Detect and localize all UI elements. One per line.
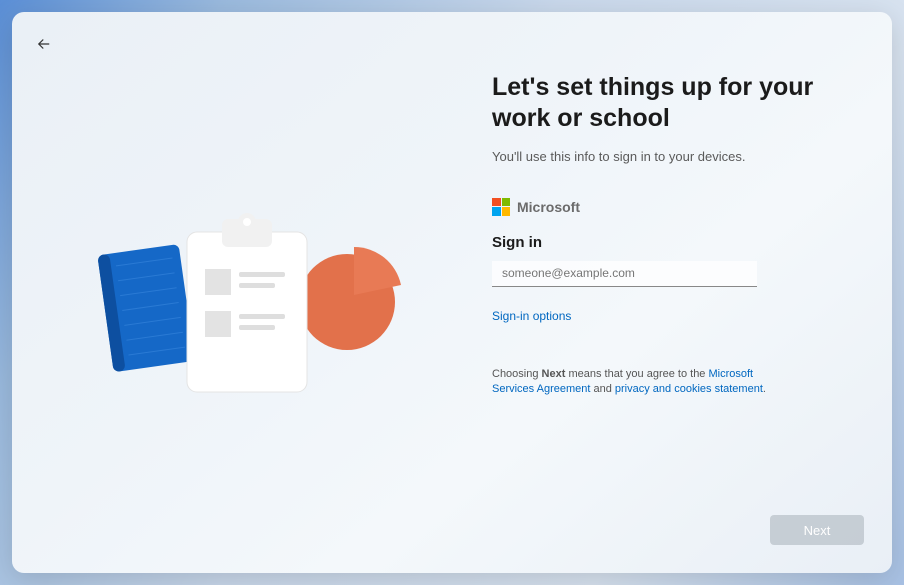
microsoft-logo-icon: [492, 198, 510, 216]
microsoft-brand-text: Microsoft: [517, 199, 580, 215]
legal-text: Choosing Next means that you agree to th…: [492, 367, 792, 398]
back-arrow-icon: [35, 35, 53, 53]
setup-panel: Let's set things up for your work or sch…: [12, 12, 892, 573]
email-input[interactable]: [492, 261, 757, 287]
signin-label: Sign in: [492, 234, 852, 251]
legal-prefix: Choosing: [492, 368, 542, 380]
legal-next-word: Next: [542, 368, 566, 380]
legal-and: and: [590, 383, 614, 395]
legal-middle: means that you agree to the: [565, 368, 708, 380]
page-subtitle: You'll use this info to sign in to your …: [492, 149, 852, 164]
microsoft-brand: Microsoft: [492, 198, 852, 216]
privacy-statement-link[interactable]: privacy and cookies statement: [615, 383, 763, 395]
legal-suffix: .: [763, 383, 766, 395]
back-button[interactable]: [32, 32, 56, 56]
signin-options-link[interactable]: Sign-in options: [492, 309, 852, 323]
next-button[interactable]: Next: [770, 515, 864, 545]
illustration: [87, 207, 407, 407]
page-title: Let's set things up for your work or sch…: [492, 72, 852, 135]
